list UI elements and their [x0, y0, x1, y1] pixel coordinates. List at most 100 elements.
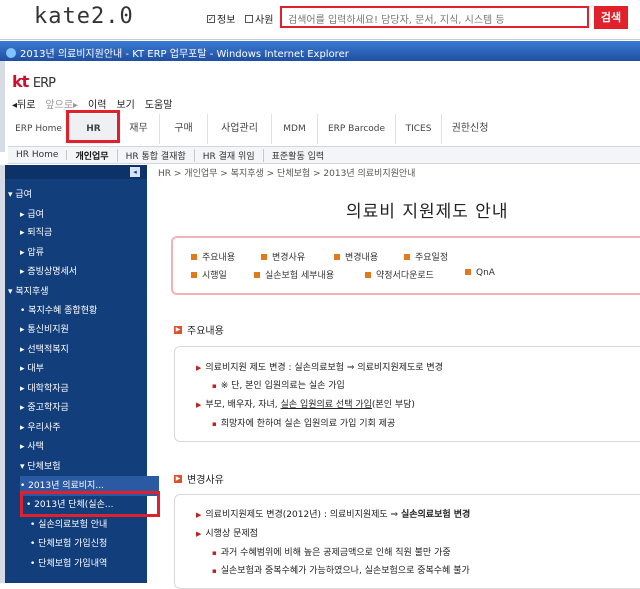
link-change-content-label: 변경내용 — [345, 253, 379, 263]
sidebar-item-welfare-summary[interactable]: • 복지수혜 종합현황 — [20, 301, 159, 321]
main-line-3b-text: 실손 입원의료 선택 가입 — [280, 400, 372, 410]
sidebar-item-statement[interactable]: ▸ 증빙상명세서 — [20, 262, 159, 282]
tab-tices[interactable]: TICES — [396, 114, 442, 144]
link-schedule-label: 주요일정 — [415, 253, 449, 263]
search-input[interactable]: 검색어를 입력하세요! 담당자, 문서, 지식, 시스템 등 — [280, 6, 589, 28]
section-main-heading: ▶ 주요내용 — [174, 322, 224, 337]
employee-checkbox[interactable]: 사원 — [245, 11, 273, 26]
main-line-1: ▶ 의료비지원 제도 변경 : 실손의료보험 ⇒ 의료비지원제도로 변경 — [196, 363, 443, 373]
subnav-personal[interactable]: 개인업무 — [67, 148, 118, 162]
sidebar-header — [5, 165, 147, 179]
link-agreement-download-label: 약정서다운로드 — [376, 271, 434, 281]
section-arrow-icon: ▶ — [174, 325, 182, 334]
link-schedule[interactable]: 주요일정 — [404, 250, 448, 263]
link-main-content[interactable]: 주요내용 — [191, 250, 235, 263]
sidebar-item-optional-welfare[interactable]: ▸ 선택적복지 — [20, 340, 159, 360]
bullet-icon — [465, 269, 471, 275]
sidebar-group-insurance[interactable]: ▾ 단체보험 — [20, 457, 159, 477]
sidebar-group-salary[interactable]: ▾ 급여 — [8, 185, 147, 205]
sidebar-item-school-tuition[interactable]: ▸ 중고학자금 — [20, 398, 159, 418]
menu-help[interactable]: 도움말 — [145, 96, 173, 111]
subnav-hr-approval[interactable]: HR 통합 결재함 — [118, 148, 195, 162]
main-line-4: ▪ 희망자에 한하여 실손 입원의료 가입 기회 제공 — [212, 419, 396, 429]
tab-purchase[interactable]: 구매 — [160, 114, 208, 144]
reason-line-4: ▪ 실손보험과 중복수혜가 가능하였으나, 실손보험으로 중복수혜 불가 — [212, 566, 470, 576]
sidebar-item-esop[interactable]: ▸ 우리사주 — [20, 418, 159, 438]
sidebar-collapse-icon[interactable]: ◂ — [130, 167, 140, 177]
bullet-icon — [254, 272, 260, 278]
tab-erp-home[interactable]: ERP Home — [8, 114, 70, 144]
link-change-reason[interactable]: 변경사유 — [261, 250, 305, 263]
sidebar-item-loan[interactable]: ▸ 대부 — [20, 359, 159, 379]
menu-history[interactable]: 이력 — [88, 96, 106, 111]
main-line-2: ▪ ※ 단, 본인 입원의료는 실손 가입 — [212, 381, 345, 391]
reason-line-2-text: 시행상 문제점 — [205, 529, 258, 539]
employee-checkbox-label: 사원 — [255, 15, 274, 26]
sidebar-item-seizure[interactable]: ▸ 압류 — [20, 243, 159, 263]
link-indemnity-detail-label: 실손보험 세부내용 — [265, 271, 335, 281]
link-agreement-download[interactable]: 약정서다운로드 — [365, 268, 434, 281]
section-main-title: 주요내용 — [187, 326, 224, 337]
bullet-icon — [261, 254, 267, 260]
tab-finance[interactable]: 재무 — [118, 114, 160, 144]
reason-line-1: ▶ 의료비지원제도 변경(2012년) : 의료비지원제도 ⇒ 실손의료보험 변경 — [196, 510, 471, 520]
bullet-icon — [365, 272, 371, 278]
sidebar-item-telecom[interactable]: ▸ 통신비지원 — [20, 320, 159, 340]
kt-erp-logo[interactable]: kt ERP — [12, 72, 56, 91]
bullet-icon — [404, 254, 410, 260]
menu-view[interactable]: 보기 — [116, 96, 134, 111]
tab-permission[interactable]: 권한신청 — [442, 114, 498, 144]
link-main-content-label: 주요내용 — [202, 253, 236, 263]
section-reason-heading: ▶ 변경사유 — [174, 471, 224, 486]
window-titlebar: 2013년 의료비지원안내 - KT ERP 업무포탈 - Windows In… — [0, 41, 640, 61]
main-line-3: ▶ 부모, 배우자, 자녀, 실손 입원의료 선택 가입(본인 부담) — [196, 400, 415, 410]
main-line-1-text: 의료비지원 제도 변경 : 실손의료보험 ⇒ 의료비지원제도로 변경 — [205, 363, 443, 373]
logo-erp: ERP — [32, 76, 56, 91]
menubar: ◂뒤로 앞으로▸ 이력 보기 도움말 — [12, 96, 172, 111]
logo-kt: kt — [12, 72, 29, 91]
tab-erp-barcode[interactable]: ERP Barcode — [318, 114, 396, 144]
sidebar-item-severance[interactable]: ▸ 퇴직금 — [20, 223, 159, 243]
link-qna-label: QnA — [476, 268, 495, 278]
menu-back[interactable]: ◂뒤로 — [12, 96, 35, 111]
link-change-reason-label: 변경사유 — [272, 253, 306, 263]
tab-mdm[interactable]: MDM — [272, 114, 318, 144]
subnav-hr-delegate[interactable]: HR 결재 위임 — [195, 148, 264, 162]
reason-line-2: ▶ 시행상 문제점 — [196, 529, 258, 539]
tab-business[interactable]: 사업관리 — [208, 114, 272, 144]
link-qna[interactable]: QnA — [465, 268, 495, 278]
link-change-content[interactable]: 변경내용 — [334, 250, 378, 263]
sidebar-item-insurance-apply[interactable]: • 단체보험 가입신청 — [30, 534, 169, 554]
main-line-3c-text: (본인 부담) — [371, 400, 415, 410]
sidebar-item-highlight — [20, 491, 160, 517]
kate-logo[interactable]: kate2.0 — [34, 4, 134, 29]
link-effective-date-label: 시행일 — [202, 271, 227, 281]
bullet-icon — [191, 272, 197, 278]
page-title: 의료비 지원제도 안내 — [346, 202, 509, 222]
info-checkbox-label: 정보 — [217, 15, 236, 26]
subnav-activity-input[interactable]: 표준활동 입력 — [264, 149, 333, 162]
window-title: 2013년 의료비지원안내 - KT ERP 업무포탈 - Windows In… — [20, 49, 349, 60]
subnav-hr-home[interactable]: HR Home — [8, 150, 68, 160]
sidebar-item-salary[interactable]: ▸ 급여 — [20, 205, 159, 225]
link-effective-date[interactable]: 시행일 — [191, 268, 227, 281]
sidebar-group-welfare[interactable]: ▾ 복지후생 — [8, 282, 147, 302]
breadcrumb: HR > 개인업무 > 복지후생 > 단체보험 > 2013년 의료비지원안내 — [158, 169, 416, 179]
menu-forward[interactable]: 앞으로▸ — [45, 96, 78, 111]
bullet-icon — [191, 254, 197, 260]
sub-navigation: HR Home 개인업무 HR 통합 결재함 HR 결재 위임 표준활동 입력 — [8, 146, 640, 164]
info-checkbox[interactable]: ✓ 정보 — [207, 11, 235, 26]
section-arrow-icon: ▶ — [174, 474, 182, 483]
link-indemnity-detail[interactable]: 실손보험 세부내용 — [254, 268, 334, 281]
section-reason-title: 변경사유 — [187, 475, 224, 486]
sidebar-item-insurance-history[interactable]: • 단체보험 가입내역 — [30, 554, 169, 574]
search-button[interactable]: 검색 — [594, 6, 628, 29]
ie-icon — [6, 48, 16, 58]
hr-tab-highlight — [66, 110, 120, 143]
reason-line-1b-text: 실손의료보험 변경 — [400, 510, 471, 520]
sidebar-item-university-tuition[interactable]: ▸ 대학학자금 — [20, 379, 159, 399]
sidebar-item-indemnity-guide[interactable]: • 실손의료보험 안내 — [30, 515, 169, 535]
sidebar-item-housing[interactable]: ▸ 사택 — [20, 437, 159, 457]
main-line-4-text: 희망자에 한하여 실손 입원의료 가입 기회 제공 — [220, 419, 396, 429]
reason-line-3-text: 과거 수혜범위에 비해 높은 공제금액으로 인해 직원 불만 가중 — [220, 548, 451, 558]
